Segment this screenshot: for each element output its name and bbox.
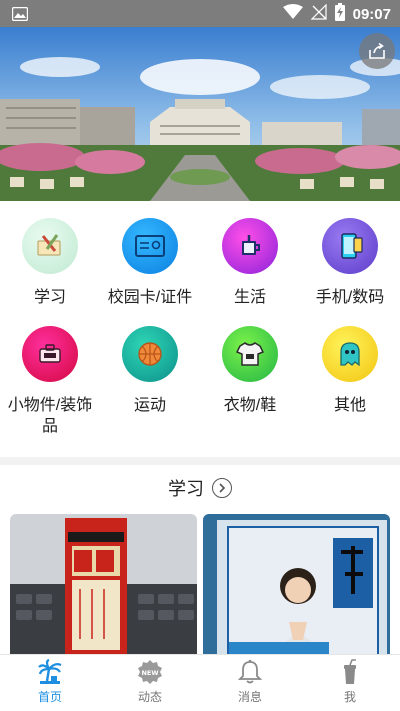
other-icon bbox=[322, 326, 378, 382]
category-label: 其他 bbox=[333, 397, 366, 414]
share-button[interactable] bbox=[359, 33, 395, 69]
section-header[interactable]: 学习 bbox=[0, 465, 400, 511]
status-time: 09:07 bbox=[352, 5, 391, 23]
category-sports[interactable]: 运动 bbox=[100, 326, 200, 416]
gallery-notification-icon bbox=[11, 6, 29, 25]
tab-label: 消息 bbox=[237, 690, 262, 704]
tab-label: 我 bbox=[343, 690, 356, 704]
share-icon bbox=[369, 42, 385, 59]
ball-icon bbox=[122, 326, 178, 382]
new-badge-icon: NEW bbox=[138, 660, 162, 684]
category-label: 衣物/鞋 bbox=[223, 397, 277, 414]
campus-banner-image[interactable] bbox=[0, 27, 400, 201]
category-label: 生活 bbox=[233, 289, 266, 306]
category-campus-card[interactable]: 校园卡/证件 bbox=[100, 218, 200, 308]
clothes-icon bbox=[222, 326, 278, 382]
trinket-icon bbox=[22, 326, 78, 382]
item-photo bbox=[203, 514, 390, 654]
phone-icon bbox=[322, 218, 378, 274]
status-bar: 09:07 bbox=[0, 0, 400, 27]
section-divider bbox=[0, 457, 400, 465]
study-icon bbox=[22, 218, 78, 274]
category-label: 小物件/装饰品 bbox=[7, 397, 93, 435]
battery-charging-icon bbox=[334, 3, 345, 25]
category-clothes[interactable]: 衣物/鞋 bbox=[200, 326, 300, 416]
svg-text:NEW: NEW bbox=[141, 669, 158, 677]
category-life[interactable]: 生活 bbox=[200, 218, 300, 308]
item-card[interactable] bbox=[203, 514, 390, 654]
category-label: 校园卡/证件 bbox=[107, 289, 193, 306]
category-label: 运动 bbox=[133, 397, 166, 414]
life-icon bbox=[222, 218, 278, 274]
tab-label: 动态 bbox=[137, 690, 162, 704]
item-card[interactable] bbox=[10, 514, 197, 654]
cup-icon bbox=[344, 659, 356, 684]
category-trinket[interactable]: 小物件/装饰品 bbox=[0, 326, 100, 437]
category-other[interactable]: 其他 bbox=[300, 326, 400, 416]
wifi-icon bbox=[282, 4, 303, 24]
chevron-right-icon[interactable] bbox=[212, 478, 232, 498]
item-list bbox=[0, 514, 400, 654]
category-grid: 学习 校园卡/证件 生活 手机/数码 小物件/装饰品 运动 衣物/鞋 其他 bbox=[0, 201, 400, 457]
category-label: 学习 bbox=[33, 289, 66, 306]
bell-icon bbox=[237, 659, 263, 684]
home-icon bbox=[38, 659, 62, 684]
category-study[interactable]: 学习 bbox=[0, 218, 100, 308]
campus-card-icon bbox=[122, 218, 178, 274]
tab-home[interactable]: 首页 bbox=[0, 655, 100, 711]
tab-me[interactable]: 我 bbox=[300, 655, 400, 711]
tab-messages[interactable]: 消息 bbox=[200, 655, 300, 711]
tab-label: 首页 bbox=[37, 690, 62, 704]
category-phone[interactable]: 手机/数码 bbox=[300, 218, 400, 308]
tab-feed[interactable]: NEW 动态 bbox=[100, 655, 200, 711]
signal-off-icon bbox=[310, 3, 327, 24]
bottom-tab-bar: 首页 NEW 动态 消息 我 bbox=[0, 654, 400, 711]
category-label: 手机/数码 bbox=[315, 289, 385, 306]
section-title: 学习 bbox=[168, 479, 204, 499]
item-photo bbox=[10, 514, 197, 654]
